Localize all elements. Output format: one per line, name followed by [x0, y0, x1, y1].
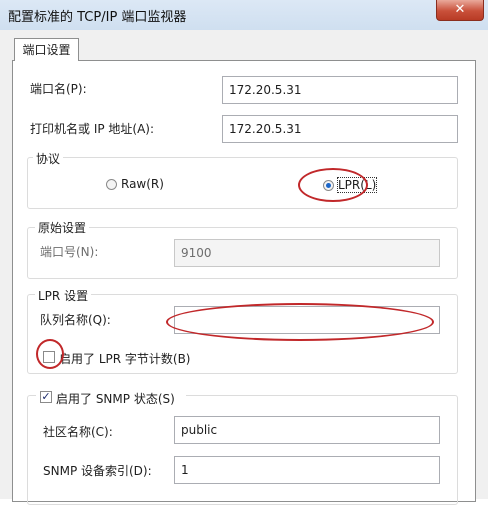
snmp-enable-checkbox[interactable]: ✓ — [40, 391, 52, 403]
raw-radio[interactable] — [106, 179, 117, 190]
protocol-group — [27, 157, 458, 209]
port-number-label: 端口号(N): — [40, 245, 99, 259]
annotation-circle-lpr — [298, 168, 368, 202]
raw-settings-legend: 原始设置 — [35, 219, 90, 236]
community-name-label: 社区名称(C): — [43, 425, 113, 439]
port-number-input[interactable]: 9100 — [174, 239, 440, 267]
protocol-legend: 协议 — [33, 150, 64, 167]
printer-address-label: 打印机名或 IP 地址(A): — [30, 122, 155, 136]
annotation-circle-queue — [166, 303, 434, 341]
community-name-input[interactable]: public — [174, 416, 440, 444]
lpr-byte-count-label[interactable]: 启用了 LPR 字节计数(B) — [59, 350, 191, 367]
snmp-device-index-input[interactable]: 1 — [174, 456, 440, 484]
lpr-settings-legend: LPR 设置 — [35, 287, 92, 304]
printer-address-input[interactable]: 172.20.5.31 — [222, 115, 458, 143]
close-icon[interactable]: ✕ — [436, 0, 484, 21]
snmp-enable-label[interactable]: 启用了 SNMP 状态(S) — [56, 390, 175, 407]
window-title: 配置标准的 TCP/IP 端口监视器 — [8, 10, 187, 25]
tab-port-settings[interactable]: 端口设置 — [14, 38, 79, 61]
port-name-input[interactable]: 172.20.5.31 — [222, 76, 458, 104]
queue-name-label: 队列名称(Q): — [40, 313, 111, 327]
title-bar: 配置标准的 TCP/IP 端口监视器 ✕ — [0, 0, 488, 30]
snmp-device-index-label: SNMP 设备索引(D): — [43, 464, 152, 478]
port-name-label: 端口名(P): — [30, 82, 87, 96]
annotation-circle-checkbox — [36, 339, 64, 369]
raw-radio-label[interactable]: Raw(R) — [121, 177, 164, 191]
snmp-group — [27, 395, 458, 505]
